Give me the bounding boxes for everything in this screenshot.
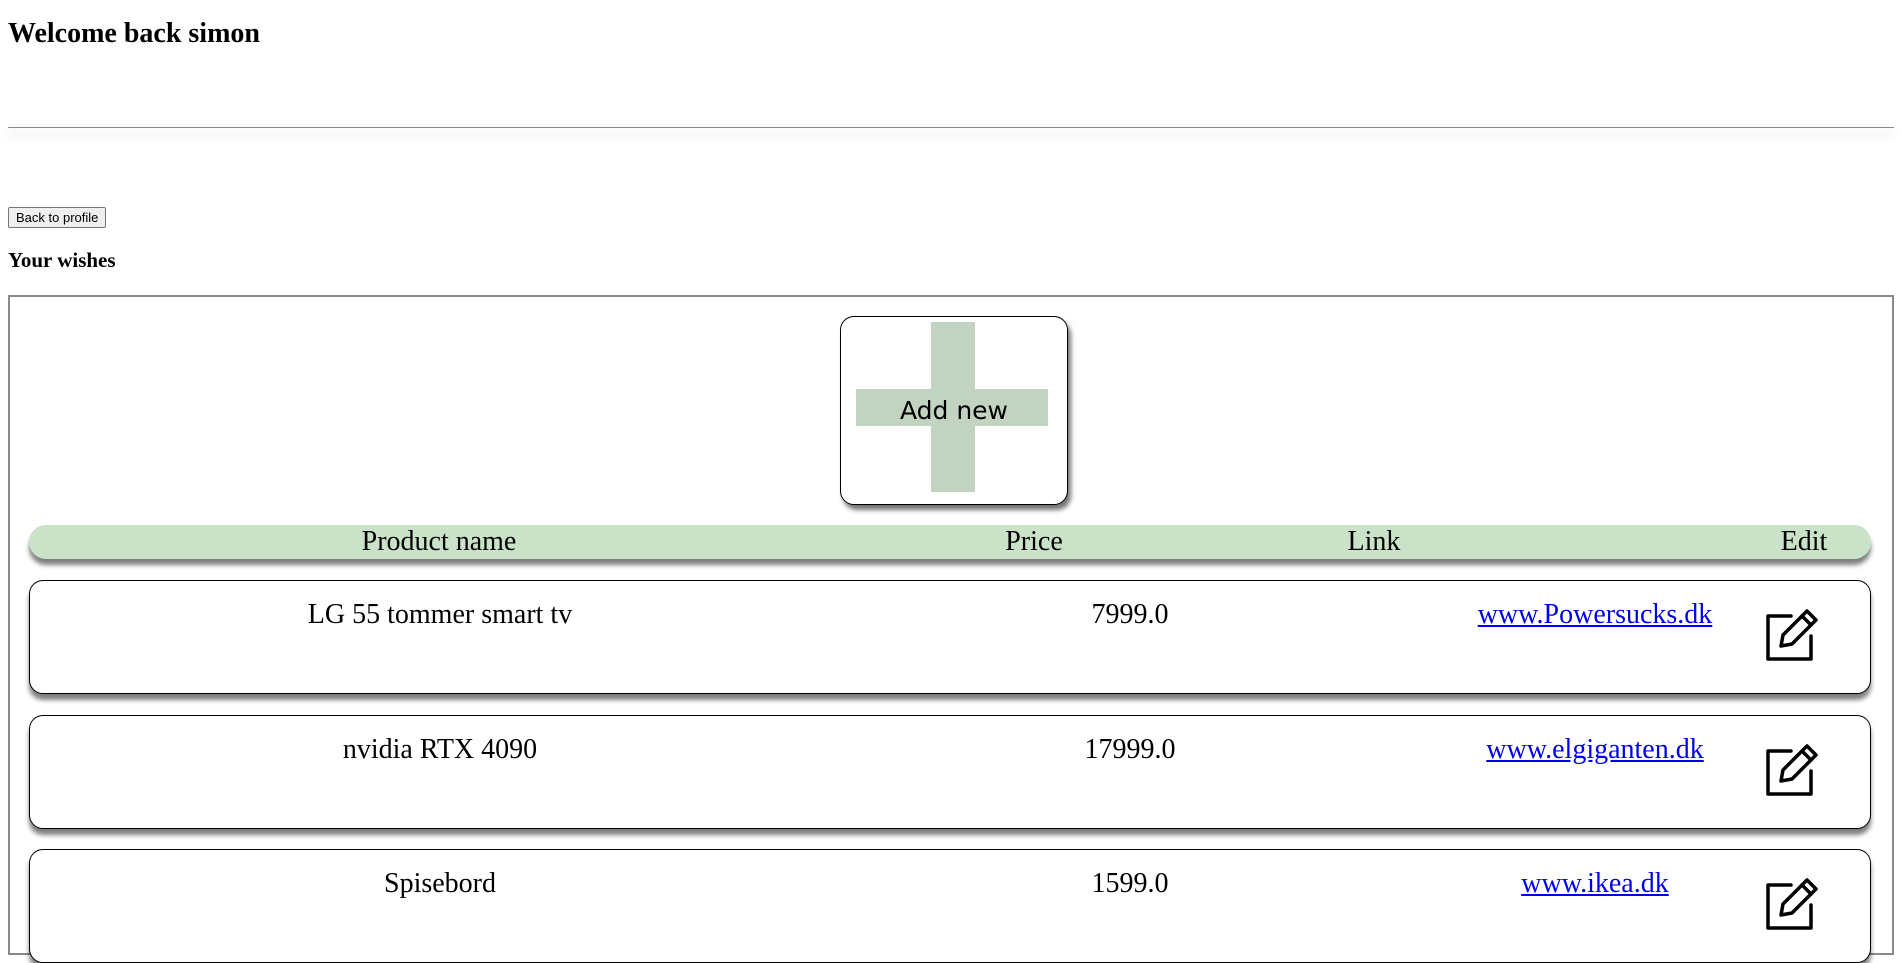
your-wishes-heading: Your wishes — [8, 248, 116, 272]
column-header-link: Link — [1347, 526, 1401, 557]
product-price: 1599.0 — [1091, 868, 1169, 899]
wish-row: Spisebord 1599.0 www.ikea.dk — [29, 849, 1871, 963]
product-name: Spisebord — [384, 868, 496, 899]
column-header-product-name: Product name — [361, 526, 517, 557]
back-to-profile-button[interactable]: Back to profile — [8, 207, 107, 228]
product-price: 7999.0 — [1091, 599, 1169, 630]
column-header-price: Price — [1005, 526, 1063, 557]
product-name: LG 55 tommer smart tv — [307, 599, 573, 630]
edit-icon[interactable] — [1764, 742, 1820, 798]
column-header-edit: Edit — [1780, 526, 1828, 557]
product-link[interactable]: www.Powersucks.dk — [1478, 599, 1713, 630]
product-link[interactable]: www.elgiganten.dk — [1486, 734, 1703, 765]
wish-list-panel: Add new Product name Price Link Edit LG … — [8, 295, 1894, 963]
wish-table-header: Product name Price Link Edit — [29, 525, 1871, 559]
product-name: nvidia RTX 4090 — [342, 734, 538, 765]
add-new-wish-button[interactable]: Add new — [840, 316, 1068, 505]
wish-row: nvidia RTX 4090 17999.0 www.elgiganten.d… — [29, 715, 1871, 829]
edit-icon[interactable] — [1764, 607, 1820, 663]
welcome-heading: Welcome back simon — [8, 18, 260, 49]
product-link[interactable]: www.ikea.dk — [1521, 868, 1668, 899]
wish-row: LG 55 tommer smart tv 7999.0 www.Powersu… — [29, 580, 1871, 694]
product-price: 17999.0 — [1084, 734, 1176, 765]
add-new-label: Add new — [899, 396, 1009, 425]
header-divider — [8, 127, 1894, 128]
edit-icon[interactable] — [1764, 876, 1820, 932]
